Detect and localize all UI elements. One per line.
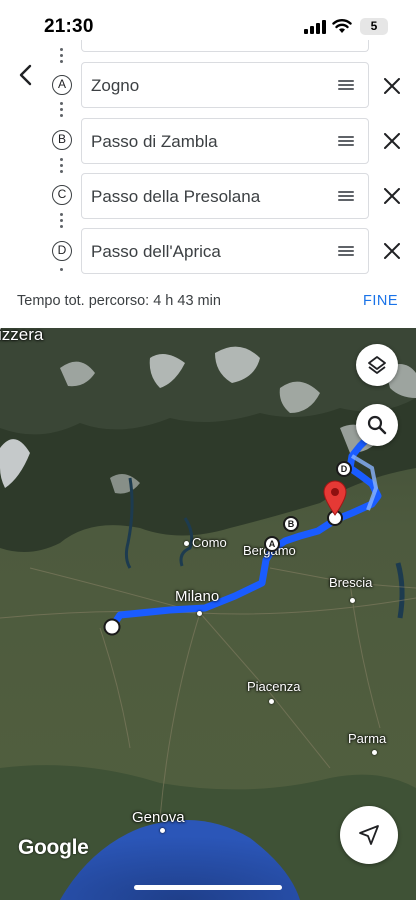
stop-name: Passo di Zambla xyxy=(91,132,218,151)
route-pin-b[interactable]: B xyxy=(283,516,299,532)
route-pin-d[interactable]: D xyxy=(336,461,352,477)
stop-marker-a: A xyxy=(52,75,72,95)
layers-button[interactable] xyxy=(356,344,398,386)
map-view[interactable]: izzera Como Bergamo Brescia Milano Piace… xyxy=(0,328,416,900)
search-along-route-button[interactable] xyxy=(356,404,398,446)
route-summary: Tempo tot. percorso: 4 h 43 min FINE xyxy=(0,292,416,328)
route-connector xyxy=(60,158,63,176)
route-connector xyxy=(60,268,63,274)
drag-handle-icon[interactable] xyxy=(338,80,354,91)
stop-name: Passo dell'Aprica xyxy=(91,242,221,261)
route-connector xyxy=(60,213,63,231)
navigation-arrow-icon xyxy=(359,825,379,845)
total-time-text: Tempo tot. percorso: 4 h 43 min xyxy=(17,293,221,309)
remove-stop-a-button[interactable] xyxy=(380,74,404,98)
destination-pin-icon[interactable] xyxy=(322,480,348,516)
map-label-como: Como xyxy=(192,535,227,550)
stop-marker-c: C xyxy=(52,185,72,205)
back-button[interactable] xyxy=(10,60,40,90)
layers-icon xyxy=(368,356,386,374)
stop-marker-b: B xyxy=(52,130,72,150)
route-pin-a[interactable]: A xyxy=(264,536,280,552)
wifi-icon xyxy=(332,19,352,33)
map-label-genova: Genova xyxy=(132,809,185,826)
map-label-parma: Parma xyxy=(348,731,387,746)
map-label-milano: Milano xyxy=(175,588,220,605)
close-icon xyxy=(384,78,400,94)
city-dot xyxy=(184,541,189,546)
done-button[interactable]: FINE xyxy=(363,293,398,309)
remove-stop-b-button[interactable] xyxy=(380,129,404,153)
drag-handle-icon[interactable] xyxy=(338,136,354,147)
battery-indicator: 5 xyxy=(360,18,388,35)
stop-field-b[interactable]: Passo di Zambla xyxy=(81,118,369,164)
stop-marker-d: D xyxy=(52,241,72,261)
home-indicator[interactable] xyxy=(134,885,282,890)
route-panel: A Zogno B Passo di Zambla C Passo della … xyxy=(0,40,416,328)
chevron-left-icon xyxy=(19,64,32,86)
stop-name: Passo della Presolana xyxy=(91,187,261,206)
route-connector xyxy=(60,48,63,66)
map-label-brescia: Brescia xyxy=(329,575,373,590)
city-dot xyxy=(160,828,165,833)
my-location-button[interactable] xyxy=(340,806,398,864)
close-icon xyxy=(384,243,400,259)
search-icon xyxy=(367,415,387,435)
drag-handle-icon[interactable] xyxy=(338,246,354,257)
stop-field-a[interactable]: Zogno xyxy=(81,62,369,108)
close-icon xyxy=(384,188,400,204)
route-connector xyxy=(60,102,63,120)
map-label-piacenza: Piacenza xyxy=(247,679,301,694)
google-logo: Google xyxy=(18,836,89,859)
close-icon xyxy=(384,133,400,149)
city-dot xyxy=(269,699,274,704)
drag-handle-icon[interactable] xyxy=(338,191,354,202)
remove-stop-c-button[interactable] xyxy=(380,184,404,208)
map-label-country: izzera xyxy=(0,328,44,344)
remove-stop-d-button[interactable] xyxy=(380,239,404,263)
previous-stop-field[interactable] xyxy=(81,40,369,52)
stop-field-d[interactable]: Passo dell'Aprica xyxy=(81,228,369,274)
city-dot xyxy=(197,611,202,616)
stop-name: Zogno xyxy=(91,76,140,95)
city-dot xyxy=(350,598,355,603)
city-dot xyxy=(372,750,377,755)
stop-field-c[interactable]: Passo della Presolana xyxy=(81,173,369,219)
status-time: 21:30 xyxy=(44,16,94,37)
signal-icon xyxy=(304,20,326,34)
